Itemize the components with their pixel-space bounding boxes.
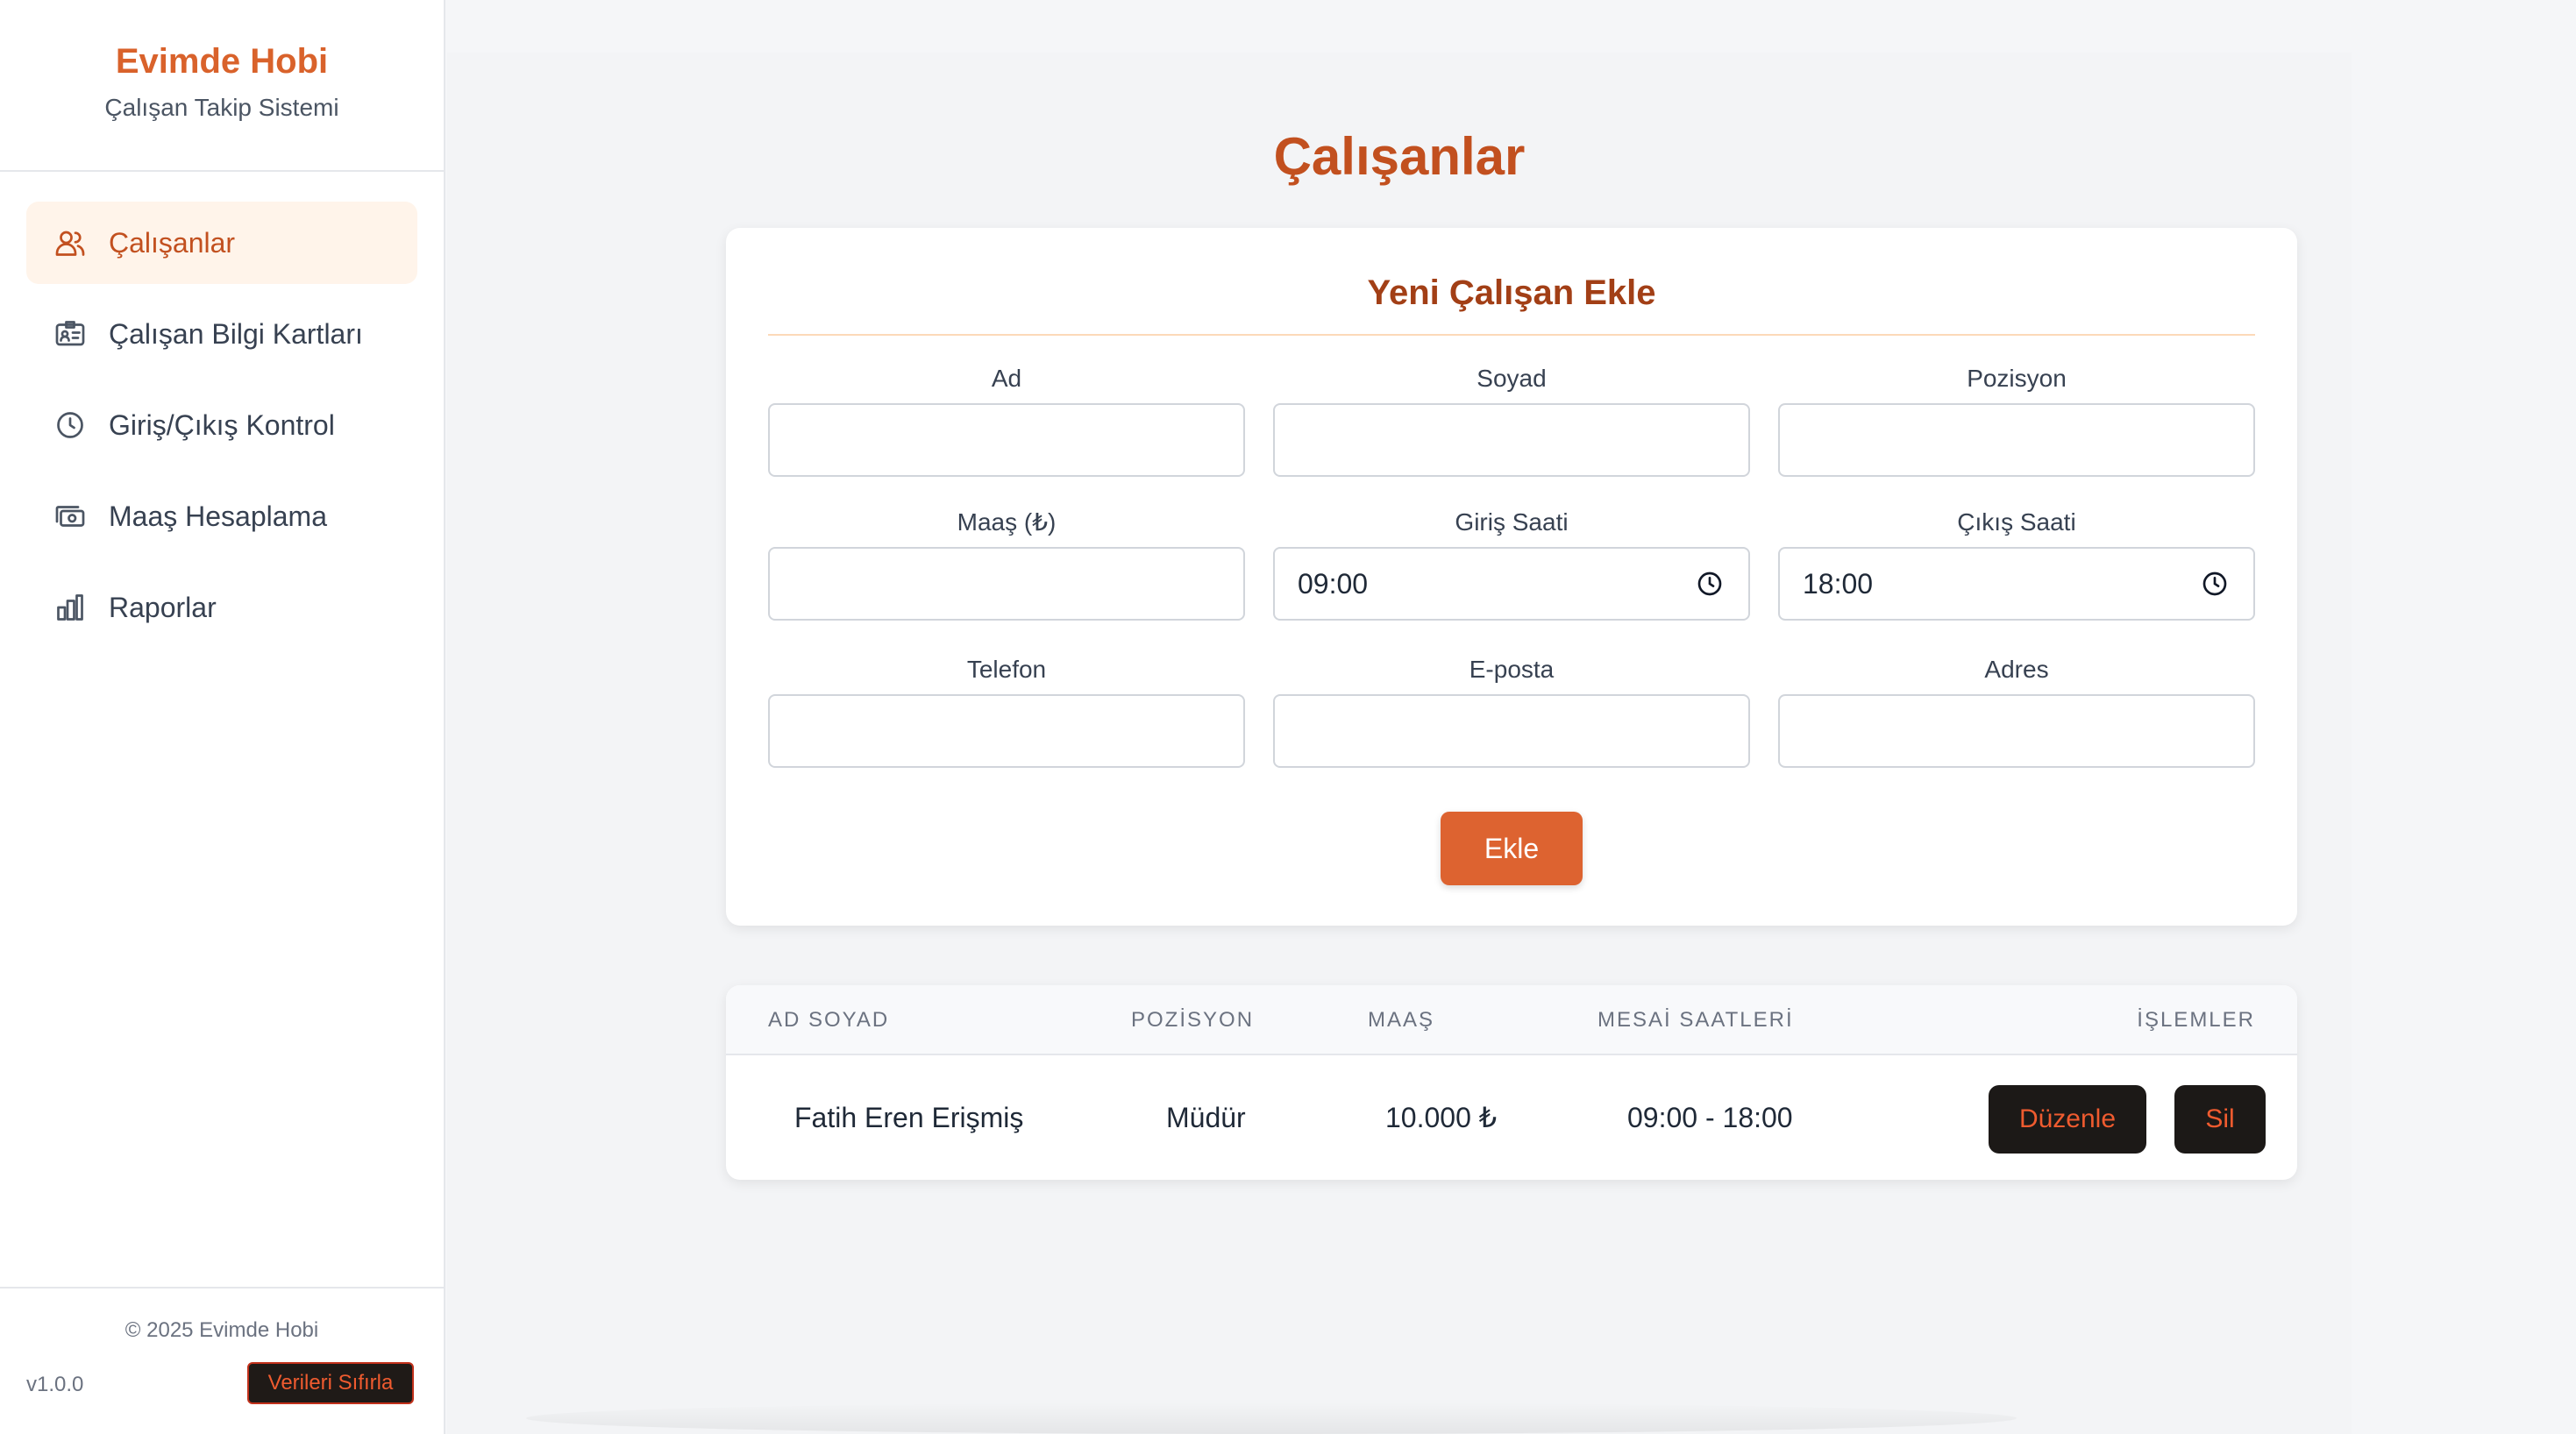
- bar-chart-icon: [54, 592, 86, 623]
- brand: Evimde Hobi Çalışan Takip Sistemi: [0, 0, 444, 172]
- employee-name: Fatih Eren Erişmiş: [794, 1102, 1024, 1133]
- cikis-saati-value: 18:00: [1803, 567, 1874, 600]
- id-card-icon: [54, 318, 86, 350]
- edit-button[interactable]: Düzenle: [1989, 1085, 2146, 1154]
- sidebar-item-label: Maaş Hesaplama: [109, 500, 327, 532]
- employee-table: AD SOYAD POZİSYON MAAŞ MESAİ SAATLERİ İŞ…: [726, 985, 2297, 1180]
- table-row: Fatih Eren Erişmiş Müdür 10.000 ₺ 09:00 …: [726, 1055, 2297, 1180]
- ad-input[interactable]: [768, 403, 1245, 477]
- employee-salary: 10.000 ₺: [1385, 1102, 1498, 1133]
- pozisyon-label: Pozisyon: [1967, 365, 2067, 392]
- maas-label: Maaş (₺): [957, 508, 1057, 536]
- brand-subtitle: Çalışan Takip Sistemi: [104, 94, 339, 121]
- ad-label: Ad: [991, 365, 1022, 392]
- field-pozisyon: Pozisyon: [1778, 365, 2255, 477]
- sidebar: Evimde Hobi Çalışan Takip Sistemi Çalışa…: [0, 0, 445, 1434]
- delete-button[interactable]: Sil: [2174, 1085, 2266, 1154]
- sidebar-item-label: Çalışanlar: [109, 226, 236, 259]
- giris-saati-label: Giriş Saati: [1455, 508, 1569, 536]
- copyright: © 2025 Evimde Hobi: [125, 1318, 319, 1342]
- money-icon: [54, 500, 86, 532]
- time-picker-icon[interactable]: [2201, 570, 2229, 598]
- column-header-name: AD SOYAD: [768, 1008, 890, 1032]
- field-cikis-saati: Çıkış Saati 18:00: [1778, 508, 2255, 621]
- clock-icon: [54, 409, 86, 441]
- employee-position: Müdür: [1166, 1102, 1246, 1133]
- cikis-saati-input[interactable]: 18:00: [1778, 547, 2255, 621]
- field-maas: Maaş (₺): [768, 508, 1245, 621]
- soyad-input[interactable]: [1273, 403, 1750, 477]
- cikis-saati-label: Çıkış Saati: [1957, 508, 2076, 536]
- sidebar-footer: © 2025 Evimde Hobi v1.0.0 Verileri Sıfır…: [0, 1287, 444, 1434]
- sidebar-item-label: Raporlar: [109, 591, 217, 623]
- eposta-label: E-posta: [1469, 656, 1555, 683]
- sidebar-item-bilgi-kartlari[interactable]: Çalışan Bilgi Kartları: [26, 293, 417, 375]
- telefon-input[interactable]: [768, 694, 1245, 768]
- sidebar-item-maas[interactable]: Maaş Hesaplama: [26, 475, 417, 557]
- add-employee-button[interactable]: Ekle: [1441, 812, 1583, 885]
- field-eposta: E-posta: [1273, 656, 1750, 768]
- sidebar-item-raporlar[interactable]: Raporlar: [26, 566, 417, 649]
- bottom-shadow: [526, 1402, 2017, 1434]
- page-title: Çalışanlar: [1273, 127, 1526, 186]
- reset-data-button[interactable]: Verileri Sıfırla: [247, 1362, 414, 1404]
- brand-title: Evimde Hobi: [115, 42, 329, 81]
- sidebar-item-label: Çalışan Bilgi Kartları: [109, 317, 363, 350]
- soyad-label: Soyad: [1477, 365, 1547, 392]
- time-picker-icon[interactable]: [1696, 570, 1724, 598]
- new-employee-form: Yeni Çalışan Ekle Ad Soyad Pozisyon Maaş…: [726, 228, 2297, 926]
- eposta-input[interactable]: [1273, 694, 1750, 768]
- employee-hours: 09:00 - 18:00: [1627, 1102, 1793, 1133]
- main-content: Çalışanlar Yeni Çalışan Ekle Ad Soyad Po…: [447, 53, 2352, 1434]
- maas-input[interactable]: [768, 547, 1245, 621]
- giris-saati-input[interactable]: 09:00: [1273, 547, 1750, 621]
- column-header-hours: MESAİ SAATLERİ: [1598, 1008, 1794, 1032]
- telefon-label: Telefon: [966, 656, 1047, 683]
- users-icon: [54, 227, 86, 259]
- field-telefon: Telefon: [768, 656, 1245, 768]
- field-ad: Ad: [768, 365, 1245, 477]
- version-label: v1.0.0: [26, 1373, 84, 1396]
- field-adres: Adres: [1778, 656, 2255, 768]
- adres-label: Adres: [1984, 656, 2049, 683]
- column-header-actions: İŞLEMLER: [2137, 1008, 2255, 1032]
- table-header: AD SOYAD POZİSYON MAAŞ MESAİ SAATLERİ İŞ…: [726, 985, 2297, 1055]
- sidebar-nav: Çalışanlar Çalışan Bilgi Kartları Giriş/…: [0, 172, 444, 649]
- field-soyad: Soyad: [1273, 365, 1750, 477]
- giris-saati-value: 09:00: [1298, 567, 1369, 600]
- column-header-position: POZİSYON: [1131, 1008, 1255, 1032]
- field-giris-saati: Giriş Saati 09:00: [1273, 508, 1750, 621]
- adres-input[interactable]: [1778, 694, 2255, 768]
- column-header-salary: MAAŞ: [1368, 1008, 1435, 1032]
- sidebar-item-calisanlar[interactable]: Çalışanlar: [26, 202, 417, 284]
- form-title: Yeni Çalışan Ekle: [768, 273, 2255, 336]
- pozisyon-input[interactable]: [1778, 403, 2255, 477]
- sidebar-item-giris-cikis[interactable]: Giriş/Çıkış Kontrol: [26, 384, 417, 466]
- sidebar-item-label: Giriş/Çıkış Kontrol: [109, 408, 335, 441]
